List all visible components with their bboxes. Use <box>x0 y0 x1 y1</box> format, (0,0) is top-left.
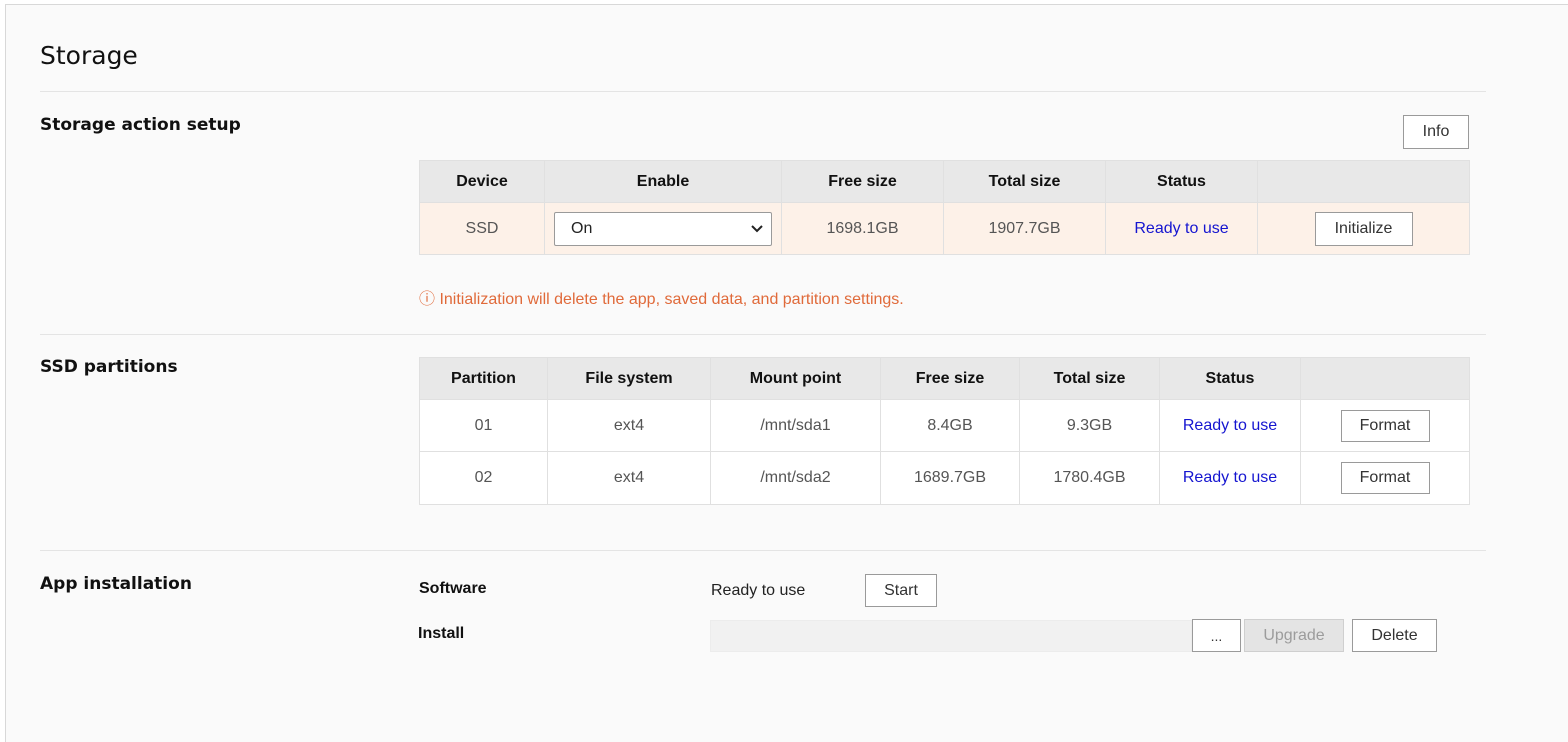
mount-point-cell: /mnt/sda1 <box>710 399 881 452</box>
total-size-cell: 1780.4GB <box>1019 451 1160 505</box>
delete-button[interactable]: Delete <box>1352 619 1437 652</box>
initialize-button[interactable]: Initialize <box>1314 211 1413 246</box>
divider <box>40 334 1486 335</box>
partition-cell: 01 <box>419 399 548 452</box>
file-system-cell: ext4 <box>547 399 711 452</box>
column-header-device: Device <box>419 160 545 203</box>
column-header-total-size: Total size <box>1019 357 1160 400</box>
file-system-cell: ext4 <box>547 451 711 505</box>
browse-file-button[interactable]: ... <box>1192 619 1241 652</box>
partition-cell: 02 <box>419 451 548 505</box>
table-row: SSD On 1698.1GB 1907.7GB Ready to use In… <box>419 202 1470 255</box>
column-header-free-size: Free size <box>781 160 944 203</box>
column-header-status: Status <box>1159 357 1301 400</box>
enable-select[interactable]: On <box>554 211 772 246</box>
divider <box>40 550 1486 551</box>
format-button[interactable]: Format <box>1340 409 1430 442</box>
column-header-action <box>1300 357 1470 400</box>
section-title-storage-action-setup: Storage action setup <box>40 115 241 135</box>
upgrade-button: Upgrade <box>1244 619 1344 652</box>
free-size-cell: 1698.1GB <box>781 202 944 255</box>
free-size-cell: 8.4GB <box>880 399 1020 452</box>
install-file-input[interactable] <box>710 620 1192 652</box>
table-header-row: Device Enable Free size Total size Statu… <box>419 160 1470 203</box>
action-cell: Format <box>1300 451 1470 505</box>
column-header-status: Status <box>1105 160 1258 203</box>
table-header-row: Partition File system Mount point Free s… <box>419 357 1470 400</box>
section-title-app-installation: App installation <box>40 574 192 594</box>
storage-device-table: Device Enable Free size Total size Statu… <box>419 160 1470 255</box>
install-label: Install <box>418 625 465 642</box>
format-button[interactable]: Format <box>1340 462 1430 494</box>
partitions-table: Partition File system Mount point Free s… <box>419 357 1470 505</box>
page-title: Storage <box>40 41 138 70</box>
divider <box>40 91 1486 92</box>
status-cell: Ready to use <box>1105 202 1258 255</box>
column-header-enable: Enable <box>544 160 782 203</box>
column-header-action <box>1257 160 1470 203</box>
info-button[interactable]: Info <box>1403 115 1469 149</box>
software-status: Ready to use <box>711 582 806 599</box>
status-cell: Ready to use <box>1159 399 1301 452</box>
enable-select-value: On <box>571 219 593 237</box>
enable-cell: On <box>544 202 782 255</box>
free-size-cell: 1689.7GB <box>880 451 1020 505</box>
action-cell: Format <box>1300 399 1470 452</box>
software-label: Software <box>419 580 487 597</box>
total-size-cell: 1907.7GB <box>943 202 1106 255</box>
action-cell: Initialize <box>1257 202 1470 255</box>
chevron-down-icon <box>751 224 763 232</box>
column-header-file-system: File system <box>547 357 711 400</box>
column-header-total-size: Total size <box>943 160 1106 203</box>
section-title-ssd-partitions: SSD partitions <box>40 357 178 377</box>
storage-panel: Storage Storage action setup Info Device… <box>5 4 1568 742</box>
table-row: 02 ext4 /mnt/sda2 1689.7GB 1780.4GB Read… <box>419 451 1470 505</box>
total-size-cell: 9.3GB <box>1019 399 1160 452</box>
device-cell: SSD <box>419 202 545 255</box>
mount-point-cell: /mnt/sda2 <box>710 451 881 505</box>
status-cell: Ready to use <box>1159 451 1301 505</box>
initialization-warning: ⓘ Initialization will delete the app, sa… <box>419 291 904 308</box>
column-header-partition: Partition <box>419 357 548 400</box>
table-row: 01 ext4 /mnt/sda1 8.4GB 9.3GB Ready to u… <box>419 399 1470 452</box>
column-header-free-size: Free size <box>880 357 1020 400</box>
start-button[interactable]: Start <box>865 574 937 607</box>
column-header-mount-point: Mount point <box>710 357 881 400</box>
